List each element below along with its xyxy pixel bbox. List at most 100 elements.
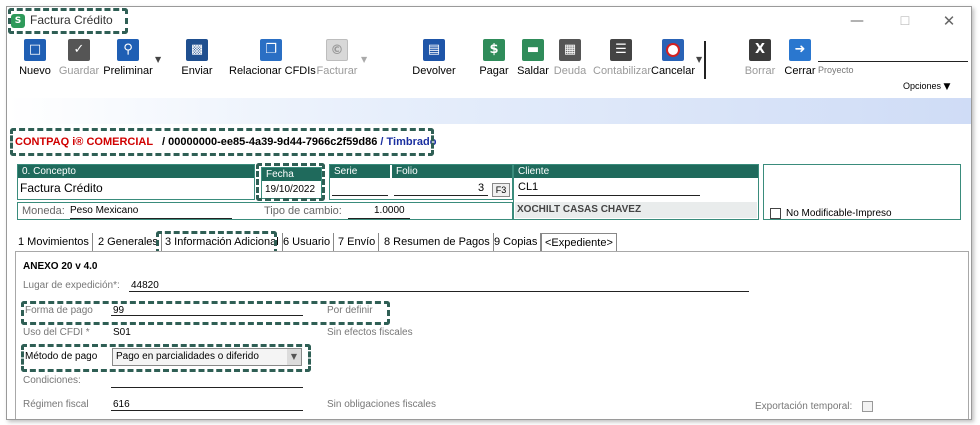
anexo-title: ANEXO 20 v 4.0 [23,261,98,272]
pay-icon: $ [483,39,505,61]
pagar-label: Pagar [479,65,509,77]
moneda-value[interactable]: Peso Mexicano [70,205,138,216]
no-modificable-checkbox[interactable] [770,208,781,219]
highlight-forma [21,301,390,325]
settle-icon: ▬ [522,39,544,61]
preliminar-button[interactable]: ⚲ Preliminar [103,39,153,77]
moneda-box: Moneda: Peso Mexicano Tipo de cambio: 1.… [17,202,513,220]
regimen-note: Sin obligaciones fiscales [327,399,436,410]
moneda-line [70,218,232,219]
highlight-title [8,8,128,34]
cliente-code[interactable]: CL1 [518,181,538,193]
contabilizar-button[interactable]: ☰ Contabilizar [593,39,651,77]
tipo-cambio-value[interactable]: 1.0000 [374,205,405,216]
cliente-label: Cliente [514,165,758,178]
regimen-label: Régimen fiscal [23,399,89,410]
banner-band [7,98,971,124]
enviar-label: Enviar [181,65,213,77]
tab-generales[interactable]: 2 Generales [95,233,162,251]
condiciones-label: Condiciones: [23,375,81,386]
serie-folio-box: Serie Folio 3 F3 [329,164,513,200]
cancel-icon [662,39,684,61]
guardar-label: Guardar [58,65,100,77]
delete-icon: X [749,39,771,61]
no-modificable-box: No Modificable-Impreso [763,164,961,220]
tab-movimientos[interactable]: 1 Movimientos [15,233,93,251]
relacionar-cfdis-button[interactable]: ❐ Relacionar CFDIs [229,39,316,77]
deuda-button[interactable]: ▦ Deuda [553,39,587,77]
exit-icon: ➜ [789,39,811,61]
regimen-value[interactable]: 616 [113,399,130,410]
concepto-box[interactable]: 0. Concepto Factura Crédito [17,164,255,200]
tab-envio[interactable]: 7 Envío [335,233,380,251]
lugar-label: Lugar de expedición*: [23,280,120,291]
facturar-dropdown-icon[interactable]: ▼ [361,55,367,64]
close-icon[interactable]: ✕ [935,11,963,31]
saldar-label: Saldar [517,65,549,77]
lugar-line [129,291,749,292]
facturar-button[interactable]: © Facturar [315,39,359,77]
proyecto-label: Proyecto [818,65,854,75]
saldar-button[interactable]: ▬ Saldar [515,39,551,77]
uso-label: Uso del CFDI * [23,327,90,338]
return-icon: ▤ [423,39,445,61]
no-modificable-label: No Modificable-Impreso [786,208,892,219]
folio-label: Folio [392,165,512,178]
folio-value[interactable]: 3 [478,182,484,194]
exportacion-checkbox[interactable] [862,401,873,412]
enviar-button[interactable]: ▩ Enviar [177,39,217,77]
exportacion-label: Exportación temporal: [755,401,853,412]
floppy-icon: ▩ [186,39,208,61]
maximize-icon[interactable]: ☐ [891,11,919,31]
tipo-cambio-label: Tipo de cambio: [264,205,342,217]
pagar-button[interactable]: $ Pagar [477,39,511,77]
concepto-value: Factura Crédito [20,181,103,195]
folio-field-line [394,195,488,196]
guardar-button[interactable]: ✓ Guardar [57,39,101,77]
condiciones-field[interactable] [111,387,303,388]
tab-copias[interactable]: 9 Copias [491,233,542,251]
tab-resumen-pagos[interactable]: 8 Resumen de Pagos [381,233,494,251]
lugar-value[interactable]: 44820 [131,280,159,291]
uso-value[interactable]: S01 [113,327,131,338]
devolver-label: Devolver [412,65,456,77]
cerrar-button[interactable]: ➜ Cerrar [783,39,817,77]
chevron-down-icon: ▼ [943,82,951,92]
proyecto-field[interactable] [818,61,968,62]
title-bar: S Factura Crédito — ☐ ✕ [7,7,971,35]
nuevo-button[interactable]: □ Nuevo [17,39,53,77]
opciones-menu[interactable]: Opciones ▼ [903,81,950,92]
cancelar-button[interactable]: Cancelar [651,39,695,77]
borrar-button[interactable]: X Borrar [743,39,777,77]
preliminar-dropdown-icon[interactable]: ▼ [155,55,161,64]
concepto-label: 0. Concepto [18,165,254,178]
relacionar-label: Relacionar CFDIs [229,65,316,77]
minimize-icon[interactable]: — [843,11,871,31]
highlight-metodo [21,344,311,372]
devolver-button[interactable]: ▤ Devolver [411,39,457,77]
toolbar: □ Nuevo ✓ Guardar ⚲ Preliminar ▼ ▩ Envia… [7,35,971,92]
highlight-info [10,128,434,156]
nuevo-label: Nuevo [19,65,51,77]
moneda-label: Moneda: [22,205,65,217]
facturar-label: Facturar [316,65,358,77]
tab-expediente[interactable]: <Expediente> [541,233,617,251]
f3-button[interactable]: F3 [492,183,510,197]
accounting-icon: ☰ [610,39,632,61]
cancelar-dropdown-icon[interactable]: ▼ [696,55,702,64]
toolbar-separator [704,41,706,79]
cancelar-label: Cancelar [651,65,696,77]
new-document-icon: □ [24,39,46,61]
borrar-label: Borrar [744,65,776,77]
serie-label: Serie [330,165,390,178]
cliente-code-line [518,195,700,196]
preliminar-label: Preliminar [103,65,153,77]
deuda-label: Deuda [553,65,587,77]
highlight-fecha [256,163,325,201]
cerrar-label: Cerrar [784,65,816,77]
serie-field[interactable] [332,195,388,196]
tab-usuario[interactable]: 6 Usuario [280,233,335,251]
factura-window: S Factura Crédito — ☐ ✕ □ Nuevo ✓ Guarda… [6,6,972,420]
preview-icon: ⚲ [117,39,139,61]
uso-note: Sin efectos fiscales [327,327,413,338]
